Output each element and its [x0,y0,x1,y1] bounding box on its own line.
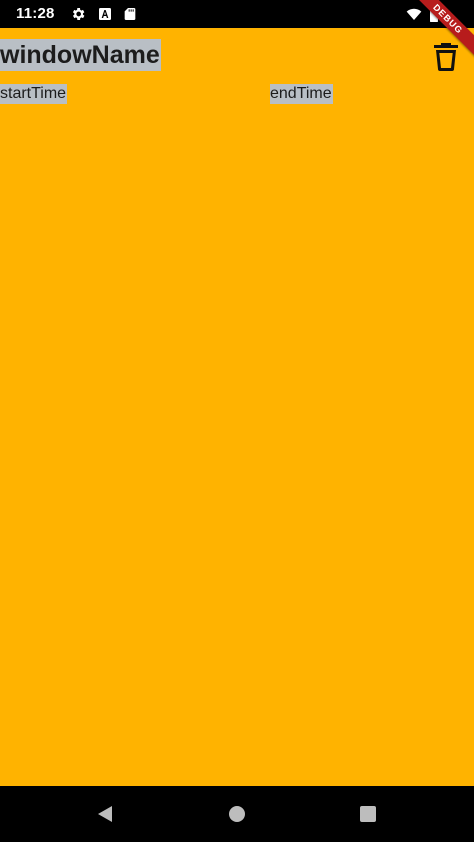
navigation-bar [0,786,474,842]
trash-icon [434,43,458,71]
end-time-label: endTime [270,84,333,104]
wifi-icon [405,6,423,22]
recents-button[interactable] [358,804,378,824]
recents-icon [360,806,376,822]
status-bar: 11:28 [0,0,474,28]
back-icon [98,806,112,822]
screen: 11:28 DEBUG windowName startTime endTime [0,0,474,842]
window-name-label: windowName [0,39,161,71]
status-time: 11:28 [16,5,55,22]
sd-card-icon [122,6,138,22]
battery-icon [428,6,440,22]
font-a-icon [97,6,113,22]
home-icon [229,806,245,822]
home-button[interactable] [227,804,247,824]
settings-icon [70,6,86,22]
delete-button[interactable] [432,41,460,71]
back-button[interactable] [95,804,115,824]
start-time-label: startTime [0,84,68,104]
